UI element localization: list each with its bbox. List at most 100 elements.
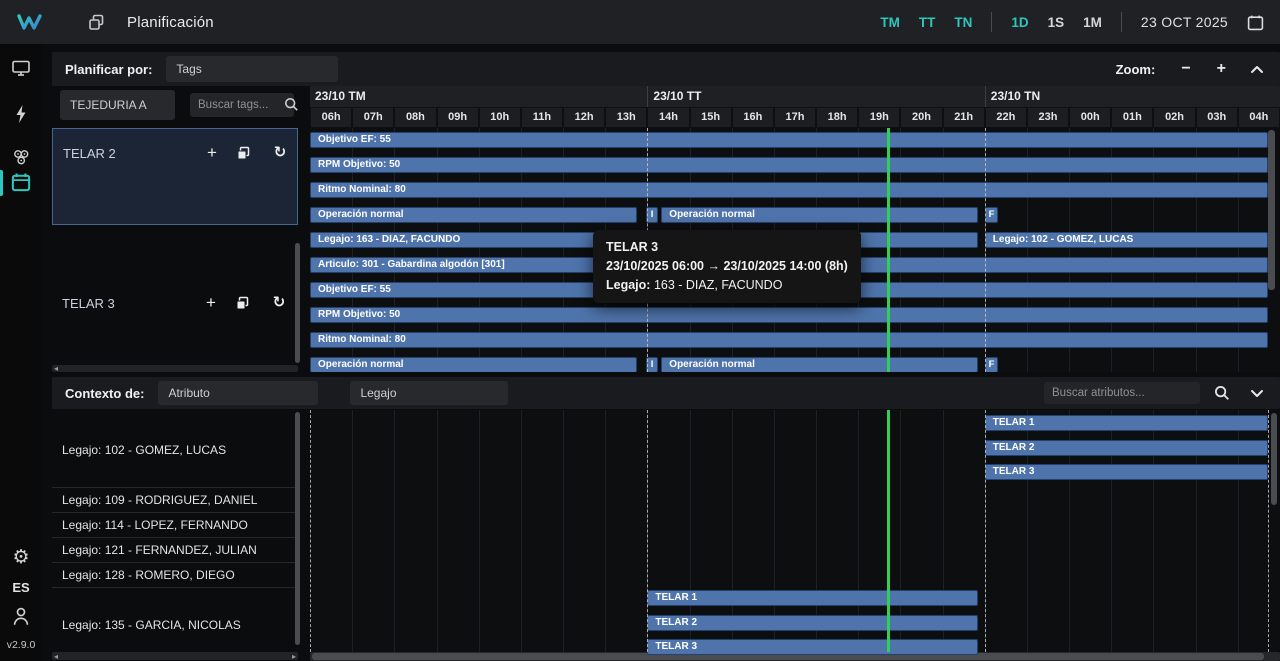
gantt-bar[interactable]: Operación normal [661, 207, 977, 223]
context-row-label: Legajo: 102 - GOMEZ, LUCAS [52, 443, 226, 457]
search-tags-input[interactable] [190, 93, 294, 117]
add-icon[interactable]: + [201, 293, 221, 313]
shift-toggle-tt[interactable]: TT [919, 15, 936, 30]
scroll-right-arrow[interactable]: ▸ [292, 652, 296, 661]
context-list-vertical-scrollbar[interactable] [295, 412, 300, 645]
grid-line [521, 410, 522, 652]
range-toggle-1m[interactable]: 1M [1083, 15, 1102, 30]
timeline-section-label: 23/10 TN [991, 89, 1040, 103]
gantt-bar[interactable]: Ritmo Nominal: 80 [310, 182, 1268, 198]
context-row[interactable]: Legajo: 128 - ROMERO, DIEGO [52, 562, 298, 587]
hour-cell: 16h [733, 108, 773, 127]
gantt-bar[interactable]: Operación normal [661, 357, 977, 372]
duplicate-icon[interactable] [236, 146, 256, 161]
planner-mode-chip[interactable]: Tags [166, 56, 338, 82]
shift-toggle-tn[interactable]: TN [954, 15, 972, 30]
page-title: Planificación [127, 14, 214, 31]
left-sidebar: ⚙ ES v2.9.0 [0, 44, 42, 661]
gantt-bar[interactable]: TELAR 1 [985, 415, 1268, 431]
grid-line [479, 410, 480, 652]
gantt-bar[interactable]: Ritmo Nominal: 80 [310, 332, 1268, 348]
monitor-icon[interactable] [11, 58, 31, 78]
context-row[interactable]: Legajo: 121 - FERNANDEZ, JULIAN [52, 537, 298, 562]
hour-cell: 12h [564, 108, 604, 127]
gantt-bar[interactable]: RPM Objetivo: 50 [310, 307, 1268, 323]
machine-name: TELAR 2 [53, 146, 202, 161]
context-list-horizontal-scrollbar[interactable]: ◂▸ [52, 652, 298, 660]
gantt-bar[interactable]: RPM Objetivo: 50 [310, 157, 1268, 173]
current-time-line [887, 410, 890, 652]
context-row[interactable]: Legajo: 109 - RODRIGUEZ, DANIEL [52, 487, 298, 512]
context-row[interactable]: Legajo: 102 - GOMEZ, LUCAS [52, 412, 298, 487]
grid-line [352, 410, 353, 652]
planner-toolbar: Planificar por: Tags Zoom: − + [52, 52, 1280, 86]
shift-toggle-tm[interactable]: TM [880, 15, 900, 30]
search-attributes-input[interactable] [1044, 382, 1200, 404]
shift-boundary-line [647, 410, 648, 652]
current-date[interactable]: 23 OCT 2025 [1141, 14, 1228, 30]
gantt-bar[interactable]: Legajo: 102 - GOMEZ, LUCAS [985, 232, 1268, 248]
planning-calendar-icon[interactable] [11, 172, 31, 192]
language-label[interactable]: ES [0, 580, 42, 595]
timeline-header: 23/10 TM06h07h08h09h10h11h12h13h23/10 TT… [310, 86, 1280, 128]
range-toggle-1s[interactable]: 1S [1048, 15, 1065, 30]
hour-cell: 04h [1239, 108, 1279, 127]
scroll-left-arrow[interactable]: ◂ [54, 652, 58, 661]
hour-cell: 14h [648, 108, 688, 127]
gantt-bar[interactable]: TELAR 3 [985, 464, 1268, 480]
scroll-left-arrow[interactable]: ◂ [54, 364, 58, 373]
hour-cell: 23h [1028, 108, 1068, 127]
grid-line [437, 410, 438, 652]
zoom-in-button[interactable]: + [1217, 61, 1226, 77]
grid-line [394, 410, 395, 652]
add-icon[interactable]: + [202, 143, 222, 163]
pages-icon[interactable] [88, 14, 105, 31]
refresh-icon[interactable]: ↻ [269, 293, 289, 313]
machines-horizontal-scrollbar[interactable]: ◂ [52, 365, 298, 372]
timeline-section: 23/10 TM [310, 86, 647, 107]
context-row-label: Legajo: 114 - LOPEZ, FERNANDO [52, 518, 248, 532]
tag-group-chip[interactable]: TEJEDURIA A [60, 90, 175, 120]
range-toggle-1d[interactable]: 1D [1011, 15, 1028, 30]
context-row[interactable]: Legajo: 135 - GARCIA, NICOLAS [52, 587, 298, 661]
zoom-out-button[interactable]: − [1181, 61, 1190, 77]
hour-cell: 08h [395, 108, 435, 127]
context-type-chip[interactable]: Atributo [158, 381, 318, 405]
expand-chevron-down-icon[interactable] [1250, 389, 1264, 398]
tooltip-range: 23/10/2025 06:00 → 23/10/2025 14:00 (8h) [606, 257, 848, 276]
collapse-chevron-up-icon[interactable] [1250, 65, 1264, 74]
context-value-chip[interactable]: Legajo [350, 381, 508, 405]
duplicate-icon[interactable] [235, 296, 255, 311]
gantt-bar[interactable]: F [985, 357, 998, 372]
hour-cell: 20h [901, 108, 941, 127]
divider [991, 12, 992, 32]
calendar-icon[interactable] [1247, 14, 1264, 31]
search-icon[interactable] [1214, 385, 1230, 401]
gantt-bar[interactable]: TELAR 1 [647, 590, 977, 606]
machines-vertical-scrollbar[interactable] [295, 243, 300, 363]
machine-row-telar-2[interactable]: TELAR 2 + ↻ [52, 128, 298, 225]
gantt-bar[interactable]: TELAR 2 [647, 615, 977, 631]
grid-line [563, 410, 564, 652]
machines-icon[interactable] [11, 147, 31, 167]
lightning-icon[interactable] [11, 104, 31, 124]
tooltip-title: TELAR 3 [606, 238, 848, 257]
user-icon[interactable] [11, 607, 31, 627]
gantt-bar[interactable]: TELAR 3 [647, 639, 977, 655]
context-row[interactable]: Legajo: 114 - LOPEZ, FERNANDO [52, 512, 298, 537]
gantt-bar[interactable]: F [985, 207, 998, 223]
settings-gear-icon[interactable]: ⚙ [11, 547, 31, 567]
gantt-vertical-scrollbar[interactable] [1268, 130, 1275, 290]
search-icon[interactable] [284, 97, 299, 112]
gantt-bar[interactable]: Operación normal [310, 207, 637, 223]
gantt-tooltip: TELAR 3 23/10/2025 06:00 → 23/10/2025 14… [593, 230, 861, 303]
gantt-bar[interactable]: Objetivo EF: 55 [310, 132, 1268, 148]
gantt-bar[interactable]: Operación normal [310, 357, 637, 372]
gantt-bar[interactable]: Legajo: 163 - DIAZ, FACUNDO [310, 232, 637, 248]
hour-cell: 17h [775, 108, 815, 127]
context-gantt-vertical-scrollbar[interactable] [1271, 413, 1277, 505]
refresh-icon[interactable]: ↻ [270, 143, 290, 163]
gantt-bar[interactable]: TELAR 2 [985, 440, 1268, 456]
shift-boundary-line [1268, 410, 1269, 652]
context-bar: Contexto de: Atributo Legajo [52, 377, 1280, 409]
